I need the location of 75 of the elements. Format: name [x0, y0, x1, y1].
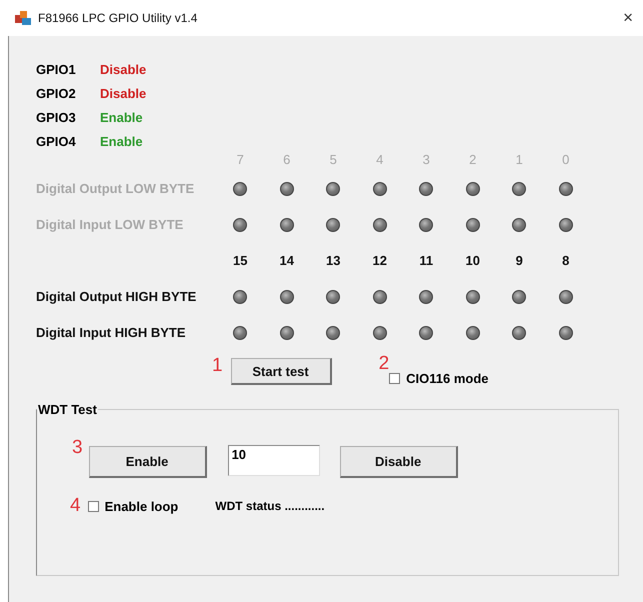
- enable-button[interactable]: Enable: [88, 446, 207, 478]
- led-indicator: [233, 290, 248, 304]
- led-indicator: [558, 326, 573, 340]
- start-test-button[interactable]: Start test: [230, 358, 332, 385]
- step-number: 2: [378, 354, 390, 374]
- led-indicator: [558, 218, 573, 232]
- timeout-field[interactable]: 10: [228, 445, 320, 476]
- disable-button[interactable]: Disable: [340, 446, 458, 478]
- gpio-name: GPIO4: [36, 133, 77, 151]
- led-indicator: [372, 182, 387, 196]
- bit-number: 0: [561, 151, 570, 169]
- cio116-checkbox[interactable]: CIO116 mode: [389, 371, 489, 386]
- led-indicator: [558, 182, 573, 196]
- step-number: 1: [212, 356, 223, 376]
- led-indicator: [466, 218, 480, 232]
- led-indicator: [512, 326, 526, 340]
- bit-number: 1: [514, 151, 524, 169]
- led-indicator: [512, 290, 526, 304]
- row-label: Digital Input HIGH BYTE: [36, 324, 186, 342]
- led-indicator: [512, 182, 526, 196]
- led-indicator: [512, 218, 526, 232]
- bit-number: 9: [514, 252, 524, 270]
- led-indicator: [280, 290, 294, 304]
- led-indicator: [466, 182, 480, 196]
- gpio-status: Disable: [100, 85, 148, 103]
- led-indicator: [419, 182, 434, 196]
- led-indicator: [280, 326, 294, 340]
- app-icon: [14, 10, 32, 26]
- gpio-status: Enable: [100, 109, 144, 127]
- bit-number: 3: [422, 151, 431, 169]
- bit-number: 2: [468, 151, 478, 169]
- row-label: Digital Input LOW BYTE: [36, 216, 184, 234]
- led-indicator: [280, 218, 294, 232]
- gpio-name: GPIO3: [36, 109, 77, 127]
- led-indicator: [233, 218, 248, 232]
- window-title: F81966 LPC GPIO Utility v1.4: [38, 11, 198, 25]
- led-indicator: [372, 290, 387, 304]
- led-indicator: [419, 290, 434, 304]
- wdt-status: WDT status ............: [215, 499, 325, 513]
- step-number: 4: [70, 496, 81, 516]
- led-indicator: [280, 182, 294, 196]
- bit-number: 10: [464, 252, 481, 270]
- row-label: Digital Output HIGH BYTE: [36, 288, 198, 306]
- gpio-name: GPIO1: [36, 61, 77, 79]
- gpio-status: Enable: [100, 133, 144, 151]
- bit-number: 11: [418, 252, 434, 270]
- gpio-name: GPIO2: [36, 85, 77, 103]
- led-indicator: [326, 326, 340, 340]
- step-number: 3: [72, 438, 83, 458]
- row-label: Digital Output LOW BYTE: [36, 180, 196, 198]
- bit-number: 5: [328, 151, 338, 169]
- bit-number: 6: [282, 151, 292, 169]
- bit-number: 7: [236, 151, 245, 169]
- bit-number: 14: [278, 252, 295, 270]
- bit-number: 8: [561, 252, 570, 270]
- led-indicator: [419, 218, 434, 232]
- led-indicator: [326, 290, 340, 304]
- led-indicator: [466, 326, 480, 340]
- led-indicator: [466, 290, 480, 304]
- group-title: WDT Test: [37, 402, 98, 417]
- led-indicator: [372, 326, 387, 340]
- led-indicator: [372, 218, 387, 232]
- bit-number: 13: [325, 252, 342, 270]
- led-indicator: [326, 218, 340, 232]
- bit-number: 4: [375, 151, 384, 169]
- close-button[interactable]: ×: [619, 8, 637, 28]
- led-indicator: [558, 290, 573, 304]
- enable-loop-checkbox[interactable]: Enable loop: [88, 498, 178, 514]
- bit-number: 12: [372, 252, 388, 270]
- bit-number: 15: [232, 252, 248, 270]
- led-indicator: [419, 326, 434, 340]
- led-indicator: [233, 326, 248, 340]
- led-indicator: [326, 182, 340, 196]
- led-indicator: [233, 182, 248, 196]
- gpio-status: Disable: [100, 61, 148, 79]
